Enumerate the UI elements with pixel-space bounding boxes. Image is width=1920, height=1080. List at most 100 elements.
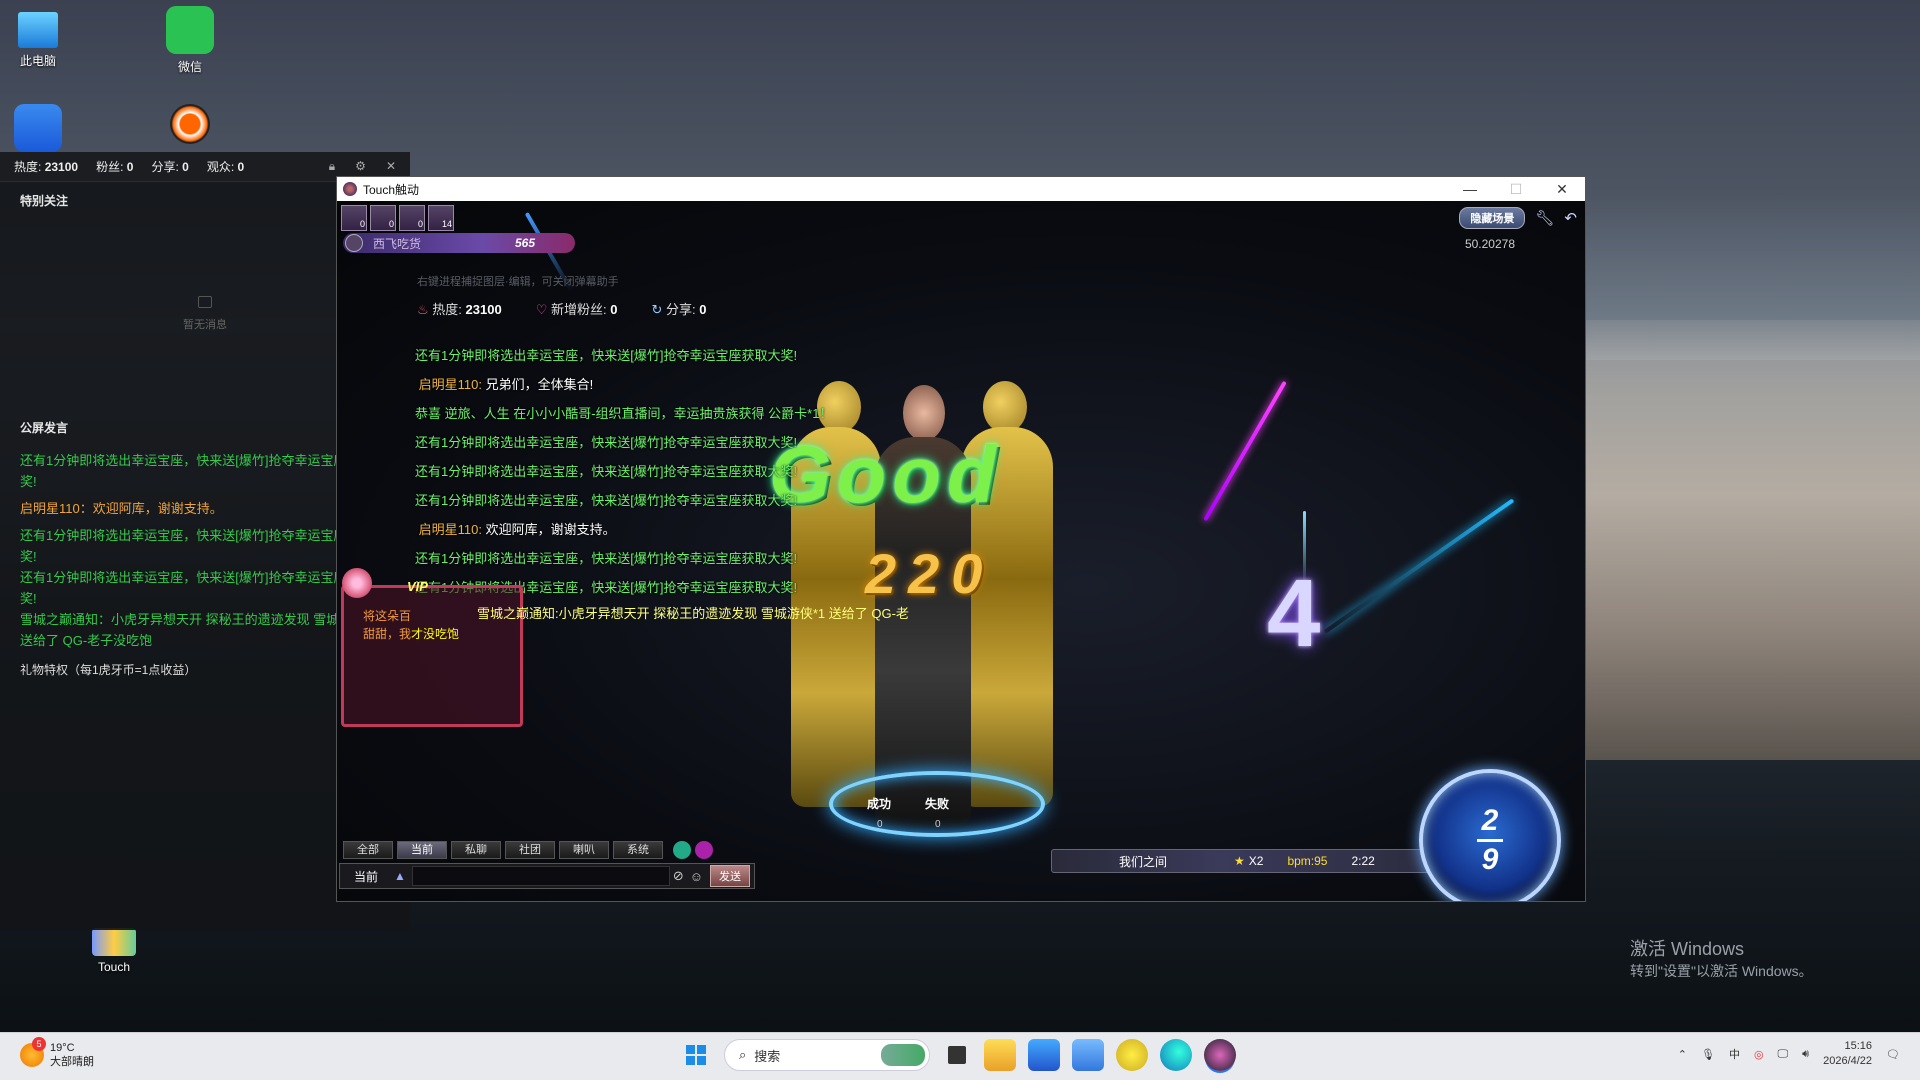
- clock[interactable]: 15:16 2026/4/22: [1823, 1039, 1872, 1069]
- taskbar-search[interactable]: ⌕ 搜索: [724, 1039, 930, 1071]
- maximize-button[interactable]: ☐: [1493, 181, 1539, 198]
- list-item: 还有1分钟即将选出幸运宝座，快来送[爆竹]抢夺幸运宝座获取大奖!: [20, 528, 386, 564]
- m-app-taskbar-icon[interactable]: [1072, 1039, 1104, 1071]
- antivirus-icon[interactable]: ◎: [1754, 1048, 1764, 1061]
- media-app-icon[interactable]: [1116, 1039, 1148, 1071]
- chat-line: 启明星110: 欢迎阿库，谢谢支持。: [415, 515, 832, 544]
- task-view-icon[interactable]: [948, 1046, 966, 1064]
- chat-input-field[interactable]: [411, 866, 670, 886]
- countdown-number: 4: [1267, 560, 1321, 667]
- touch-taskbar-icon[interactable]: [1204, 1039, 1236, 1071]
- heart-icon: ♡: [535, 302, 548, 317]
- item-slot[interactable]: 0: [341, 205, 367, 231]
- desktop-icon-label: 微信: [177, 60, 202, 74]
- vip-line: 甜甜，我: [363, 627, 412, 641]
- empty-message-icon: [198, 296, 212, 308]
- desktop-icon-this-pc[interactable]: 此电脑: [0, 6, 78, 69]
- song-bpm: bpm:95: [1287, 854, 1328, 868]
- chat-text: 欢迎阿库，谢谢支持。: [485, 522, 616, 537]
- desktop-icon-record[interactable]: [150, 104, 230, 148]
- desktop-icon-touch[interactable]: Touch: [74, 928, 154, 974]
- emoji-icon[interactable]: [673, 841, 691, 859]
- gear-icon[interactable]: ⚙: [355, 159, 366, 174]
- weather-widget[interactable]: 5 19°C 大部晴朗: [20, 1037, 94, 1069]
- store-icon[interactable]: [1028, 1039, 1060, 1071]
- tab-current[interactable]: 当前: [397, 841, 447, 859]
- search-highlight-icon: [881, 1044, 925, 1066]
- tab-horn[interactable]: 喇叭: [559, 841, 609, 859]
- fans-value: 0: [610, 302, 618, 317]
- tab-all[interactable]: 全部: [343, 841, 393, 859]
- song-multiplier: X2: [1248, 854, 1264, 868]
- gift-privilege-text: 礼物特权（每1虎牙币=1点收益）: [20, 663, 197, 677]
- microphone-icon[interactable]: 🎙︎: [1701, 1048, 1715, 1061]
- chevron-up-icon[interactable]: ⌃: [1678, 1048, 1687, 1061]
- sticker-icon[interactable]: [695, 841, 713, 859]
- close-button[interactable]: ✕: [1539, 181, 1585, 198]
- desktop-icon-label: Touch: [97, 960, 131, 974]
- desktop-icon-m-app[interactable]: [0, 104, 78, 156]
- monitor-icon: [18, 12, 58, 48]
- edge-icon[interactable]: [1160, 1039, 1192, 1071]
- fans-label: 粉丝:: [96, 160, 124, 174]
- item-slot[interactable]: 0: [399, 205, 425, 231]
- minimize-button[interactable]: —: [1447, 181, 1493, 198]
- tab-private[interactable]: 私聊: [451, 841, 501, 859]
- share-value: 0: [182, 160, 189, 174]
- network-icon[interactable]: 🖵︎: [1778, 1048, 1789, 1061]
- smiley-icon[interactable]: ☺: [690, 869, 703, 884]
- viewers-value: 0: [237, 160, 245, 174]
- song-name: 我们之间: [1118, 854, 1167, 869]
- player-score: 565: [515, 236, 536, 250]
- light-streak: [1323, 498, 1515, 634]
- clock-time: 15:16: [1844, 1040, 1873, 1052]
- hide-scene-button[interactable]: 隐藏场景: [1459, 207, 1526, 229]
- tab-club[interactable]: 社团: [505, 841, 555, 859]
- weather-desc: 大部晴朗: [50, 1056, 94, 1068]
- desktop-icon-wechat[interactable]: 微信: [150, 6, 230, 75]
- heat-label: 热度:: [14, 160, 42, 174]
- item-slot[interactable]: 14: [428, 205, 454, 231]
- lock-icon[interactable]: 🔒︎: [329, 159, 335, 174]
- share-icon: ↻: [651, 302, 663, 317]
- list-item: 雪城之巅通知：小虎牙异想天开 探秘王的遗迹发现 雪城游侠*1 送给了 QG-老子…: [20, 612, 378, 648]
- viewers-label: 观众:: [206, 160, 235, 174]
- window-title: Touch触动: [363, 182, 420, 197]
- volume-icon[interactable]: 🔊︎: [1802, 1048, 1809, 1061]
- game-window: Touch触动 — ☐ ✕ 0 0 0 14 西飞吃货 565 隐藏场景 🔧︎ …: [336, 176, 1586, 902]
- success-count: 0: [877, 819, 883, 830]
- mute-icon[interactable]: ⊘: [673, 868, 684, 884]
- version-number: 50.20278: [1464, 237, 1515, 251]
- heat-label: 热度:: [432, 302, 462, 317]
- overlay-stats: ♨ 热度: 23100 ♡ 新增粉丝: 0 ↻ 分享: 0: [417, 299, 706, 318]
- orb-numerator: 2: [1481, 803, 1499, 837]
- chat-line: 还有1分钟即将选出幸运宝座，快来送[爆竹]抢夺幸运宝座获取大奖!: [415, 551, 798, 566]
- chat-tab-bar: 全部 当前 私聊 社团 喇叭 系统: [343, 841, 713, 859]
- notice-ticker: 雪城之巅通知:小虎牙异想天开 探秘王的遗迹发现 雪城游侠*1 送给了 QG-老: [477, 606, 909, 621]
- share-value: 0: [699, 302, 707, 317]
- chat-line: 还有1分钟即将选出幸运宝座，快来送[爆竹]抢夺幸运宝座获取大奖!: [415, 493, 798, 508]
- flame-icon: ♨: [417, 302, 429, 317]
- send-button[interactable]: 发送: [710, 865, 750, 887]
- list-item: 启明星110：欢迎阿库，谢谢支持。: [20, 501, 223, 516]
- chat-user: 启明星110:: [418, 377, 482, 392]
- record-icon: [170, 104, 210, 144]
- chevron-up-icon[interactable]: ▲: [394, 869, 406, 883]
- player-name: 西飞吃货: [373, 236, 422, 251]
- tab-system[interactable]: 系统: [613, 841, 663, 859]
- window-titlebar[interactable]: Touch触动 — ☐ ✕: [337, 177, 1585, 201]
- star-icon: ★: [1234, 854, 1245, 868]
- m-app-icon: [14, 104, 62, 152]
- wrench-icon[interactable]: 🔧︎: [1535, 209, 1554, 227]
- channel-select[interactable]: 当前: [340, 868, 394, 885]
- notification-icon[interactable]: 🗨︎: [1886, 1048, 1900, 1061]
- search-placeholder: 搜索: [754, 1048, 781, 1064]
- close-icon[interactable]: ✕: [386, 159, 396, 174]
- game-stage[interactable]: 0 0 0 14 西飞吃货 565 隐藏场景 🔧︎ ↶ 50.20278 右键进…: [337, 201, 1585, 901]
- item-slot[interactable]: 0: [370, 205, 396, 231]
- file-explorer-icon[interactable]: [984, 1039, 1016, 1071]
- start-button[interactable]: [680, 1039, 712, 1071]
- ime-icon[interactable]: 中: [1729, 1046, 1740, 1062]
- empty-text: 暂无消息: [183, 319, 227, 331]
- return-icon[interactable]: ↶: [1564, 209, 1577, 227]
